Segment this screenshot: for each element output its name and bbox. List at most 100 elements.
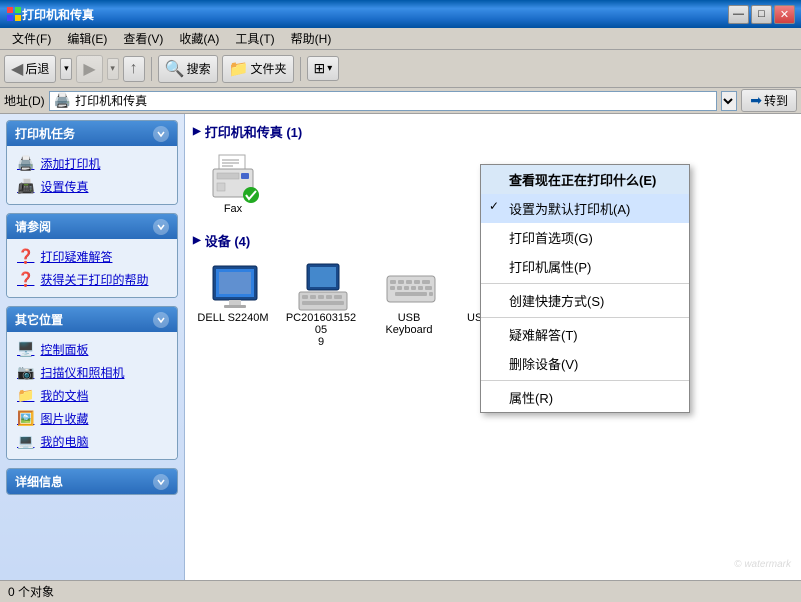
control-panel-icon: 🖥️ [17,341,34,358]
collapse-details[interactable] [153,474,169,490]
folders-button[interactable]: 📁 文件夹 [222,55,294,83]
ctx-item-set-default[interactable]: 设置为默认打印机(A) [481,194,689,223]
sidebar-item-print-help[interactable]: ❓ 获得关于打印的帮助 [15,268,169,291]
add-printer-icon: 🖨️ [17,155,34,172]
sidebar-item-my-pictures[interactable]: 🖼️ 图片收藏 [15,407,169,430]
sidebar-section-other-places: 其它位置 🖥️ 控制面板 📷 扫描仪和照相机 📁 我的文档 [6,306,178,460]
device-item-dell-monitor[interactable]: DELL S2240M [193,258,273,352]
ctx-see-printing-label: 查看现在正在打印什么(E) [509,173,656,188]
sidebar-content-other-places: 🖥️ 控制面板 📷 扫描仪和照相机 📁 我的文档 🖼️ 图片收藏 💻 [7,332,177,459]
add-printer-label: 添加打印机 [40,155,100,172]
forward-arrow-icon: ▶ [83,59,95,79]
ctx-delete-label: 删除设备(V) [509,357,578,372]
forward-dropdown[interactable]: ▾ [107,58,119,80]
back-dropdown[interactable]: ▾ [60,58,72,80]
device-item-fax[interactable]: Fax [193,149,273,219]
back-button[interactable]: ◀ 后退 [4,55,56,83]
minimize-button[interactable]: — [728,5,749,24]
pc-icon [297,262,345,310]
printers-section-title: 打印机和传真 (1) [193,122,793,141]
views-button[interactable]: ⊞ ▾ [307,56,340,81]
setup-fax-label: 设置传真 [40,178,88,195]
folders-label: 文件夹 [251,60,287,77]
collapse-other-places[interactable] [153,312,169,328]
address-path-icon: 🖨️ [54,92,71,109]
sidebar-content-printer-tasks: 🖨️ 添加打印机 📠 设置传真 [7,146,177,204]
ctx-printer-props-label: 打印机属性(P) [509,260,591,275]
sidebar-section-title-printer-tasks: 打印机任务 [15,125,75,142]
my-pictures-icon: 🖼️ [17,410,34,427]
keyboard-label: USB Keyboard [373,312,445,336]
forward-button[interactable]: ▶ [76,55,102,83]
ctx-printing-prefs-label: 打印首选项(G) [509,231,593,246]
my-computer-label: 我的电脑 [40,433,88,450]
ctx-item-printing-prefs[interactable]: 打印首选项(G) [481,223,689,252]
my-documents-icon: 📁 [17,387,34,404]
control-panel-label: 控制面板 [40,341,88,358]
address-bar: 地址(D) 🖨️ 打印机和传真 ▾ ➡ 转到 [0,88,801,114]
sidebar-item-scanner-camera[interactable]: 📷 扫描仪和照相机 [15,361,169,384]
sidebar-content-see-also: ❓ 打印疑难解答 ❓ 获得关于打印的帮助 [7,239,177,297]
ctx-create-shortcut-label: 创建快捷方式(S) [509,294,604,309]
sidebar-item-setup-fax[interactable]: 📠 设置传真 [15,175,169,198]
collapse-see-also[interactable] [153,219,169,235]
watermark: © watermark [734,559,791,570]
maximize-button[interactable]: □ [751,5,772,24]
address-dropdown[interactable]: ▾ [721,91,737,111]
sidebar-section-title-other-places: 其它位置 [15,311,63,328]
ctx-item-troubleshoot[interactable]: 疑难解答(T) [481,320,689,349]
setup-fax-icon: 📠 [17,178,34,195]
back-label: 后退 [25,60,49,77]
fax-device-icon [209,153,257,201]
ctx-item-create-shortcut[interactable]: 创建快捷方式(S) [481,286,689,315]
ctx-separator-1 [481,283,689,284]
menu-edit[interactable]: 编辑(E) [59,28,115,49]
troubleshoot-label: 打印疑难解答 [40,248,112,265]
ctx-item-properties[interactable]: 属性(R) [481,383,689,412]
go-button[interactable]: ➡ 转到 [741,89,797,112]
ctx-troubleshoot-label: 疑难解答(T) [509,328,578,343]
sidebar-item-my-documents[interactable]: 📁 我的文档 [15,384,169,407]
sidebar-section-printer-tasks: 打印机任务 🖨️ 添加打印机 📠 设置传真 [6,120,178,205]
up-button[interactable]: ↑ [123,56,145,82]
print-help-icon: ❓ [17,271,34,288]
menu-tools[interactable]: 工具(T) [227,28,282,49]
sidebar-item-my-computer[interactable]: 💻 我的电脑 [15,430,169,453]
ctx-separator-3 [481,380,689,381]
sidebar-header-printer-tasks[interactable]: 打印机任务 [7,121,177,146]
devices-title-text: 设备 (4) [205,231,251,250]
main-layout: 打印机任务 🖨️ 添加打印机 📠 设置传真 请参阅 [0,114,801,580]
menu-view[interactable]: 查看(V) [115,28,171,49]
sidebar-section-details: 详细信息 [6,468,178,495]
collapse-printer-tasks[interactable] [153,126,169,142]
ctx-item-printer-props[interactable]: 打印机属性(P) [481,252,689,281]
address-input[interactable]: 🖨️ 打印机和传真 [49,91,718,111]
sidebar-item-control-panel[interactable]: 🖥️ 控制面板 [15,338,169,361]
search-button[interactable]: 🔍 搜索 [158,55,218,83]
my-pictures-label: 图片收藏 [40,410,88,427]
ctx-item-see-printing[interactable]: 查看现在正在打印什么(E) [481,165,689,194]
device-item-keyboard[interactable]: USB Keyboard [369,258,449,352]
go-arrow-icon: ➡ [750,92,762,109]
menu-favorites[interactable]: 收藏(A) [171,28,227,49]
sidebar-header-other-places[interactable]: 其它位置 [7,307,177,332]
menu-file[interactable]: 文件(F) [4,28,59,49]
search-icon: 🔍 [165,59,185,79]
sidebar-section-see-also: 请参阅 ❓ 打印疑难解答 ❓ 获得关于打印的帮助 [6,213,178,298]
menu-help[interactable]: 帮助(H) [283,28,340,49]
dell-monitor-label: DELL S2240M [197,312,268,324]
sidebar-item-add-printer[interactable]: 🖨️ 添加打印机 [15,152,169,175]
ctx-item-delete[interactable]: 删除设备(V) [481,349,689,378]
device-item-pc[interactable]: PC20160315205 9 [281,258,361,352]
sidebar-header-see-also[interactable]: 请参阅 [7,214,177,239]
sidebar-section-title-see-also: 请参阅 [15,218,51,235]
close-button[interactable]: ✕ [774,5,795,24]
ctx-separator-2 [481,317,689,318]
context-menu: 查看现在正在打印什么(E) 设置为默认打印机(A) 打印首选项(G) 打印机属性… [480,164,690,413]
sidebar-header-details[interactable]: 详细信息 [7,469,177,494]
content-area: 打印机和传真 (1) [185,114,801,580]
views-dropdown-arrow: ▾ [327,63,332,74]
up-arrow-icon: ↑ [130,60,138,78]
sidebar: 打印机任务 🖨️ 添加打印机 📠 设置传真 请参阅 [0,114,185,580]
sidebar-item-troubleshoot[interactable]: ❓ 打印疑难解答 [15,245,169,268]
